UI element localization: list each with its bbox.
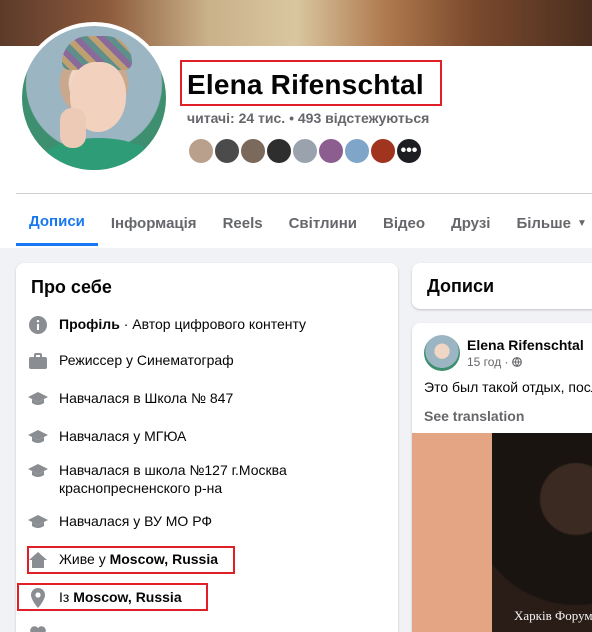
post-image[interactable] xyxy=(492,433,592,632)
post-author-name[interactable]: Elena Rifenschtal xyxy=(467,337,584,353)
briefcase-icon xyxy=(26,351,50,371)
profile-tabs: Дописи Інформація Reels Світлини Відео Д… xyxy=(16,200,592,248)
friend-avatar[interactable] xyxy=(239,137,267,165)
about-item-from: Із Moscow, Russia xyxy=(26,588,388,608)
image-watermark: Харків Форум xyxy=(514,608,592,623)
post-image[interactable] xyxy=(412,433,492,632)
graduation-cap-icon xyxy=(26,427,50,447)
friend-avatar[interactable] xyxy=(265,137,293,165)
graduation-cap-icon xyxy=(26,461,50,481)
about-item-lives-in: Живе у Moscow, Russia xyxy=(26,550,388,570)
about-item-education: Навчалася у ВУ МО РФ xyxy=(26,512,388,532)
heart-icon xyxy=(26,623,50,632)
post-card: Elena Rifenschtal 15 год · Это был такой… xyxy=(412,323,592,632)
about-item-education: Навчалася в школа №127 г.Москва краснопр… xyxy=(26,461,388,497)
header-divider xyxy=(16,193,592,194)
info-icon xyxy=(26,315,50,335)
caret-down-icon: ▼ xyxy=(577,217,587,229)
friend-avatar[interactable] xyxy=(291,137,319,165)
about-title: Про себе xyxy=(31,277,112,297)
tab-about[interactable]: Інформація xyxy=(98,200,210,246)
about-item-profile: Профіль · Автор цифрового контенту xyxy=(26,315,388,335)
globe-icon xyxy=(511,357,522,367)
graduation-cap-icon xyxy=(26,389,50,409)
posts-title: Дописи xyxy=(427,276,495,296)
tab-photos[interactable]: Світлини xyxy=(276,200,370,246)
tab-friends[interactable]: Друзі xyxy=(438,200,503,246)
friend-avatar[interactable] xyxy=(187,137,215,165)
see-translation-link[interactable]: See translation xyxy=(424,408,524,424)
friend-avatar[interactable] xyxy=(343,137,371,165)
profile-name: Elena Rifenschtal xyxy=(187,69,424,100)
about-item-education: Навчалася у МГЮА xyxy=(26,427,388,447)
tab-posts[interactable]: Дописи xyxy=(16,200,98,246)
tab-videos[interactable]: Відео xyxy=(370,200,438,246)
about-card: Про себе Профіль · Автор цифрового конте… xyxy=(16,263,398,632)
friend-avatar[interactable] xyxy=(317,137,345,165)
followers-count[interactable]: читачі: 24 тис. • 493 відстежуються xyxy=(187,110,429,126)
about-item-education: Навчалася в Школа № 847 xyxy=(26,389,388,409)
profile-avatar[interactable] xyxy=(18,22,170,174)
friend-avatar[interactable] xyxy=(369,137,397,165)
about-item-work: Режиссер у Синематограф xyxy=(26,351,388,371)
post-author-avatar[interactable] xyxy=(424,335,460,371)
graduation-cap-icon xyxy=(26,512,50,532)
friend-avatar[interactable] xyxy=(213,137,241,165)
mutual-friends-avatars[interactable]: ••• xyxy=(187,137,423,165)
post-timestamp[interactable]: 15 год · xyxy=(467,355,522,369)
tab-reels[interactable]: Reels xyxy=(210,200,276,246)
more-friends-button[interactable]: ••• xyxy=(395,137,423,165)
post-text: Это был такой отдых, после xyxy=(424,379,592,395)
tab-more[interactable]: Більше ▼ xyxy=(503,200,592,246)
about-item-more xyxy=(26,623,388,632)
posts-header-card: Дописи xyxy=(412,263,592,309)
location-pin-icon xyxy=(26,588,50,608)
home-icon xyxy=(26,550,50,570)
